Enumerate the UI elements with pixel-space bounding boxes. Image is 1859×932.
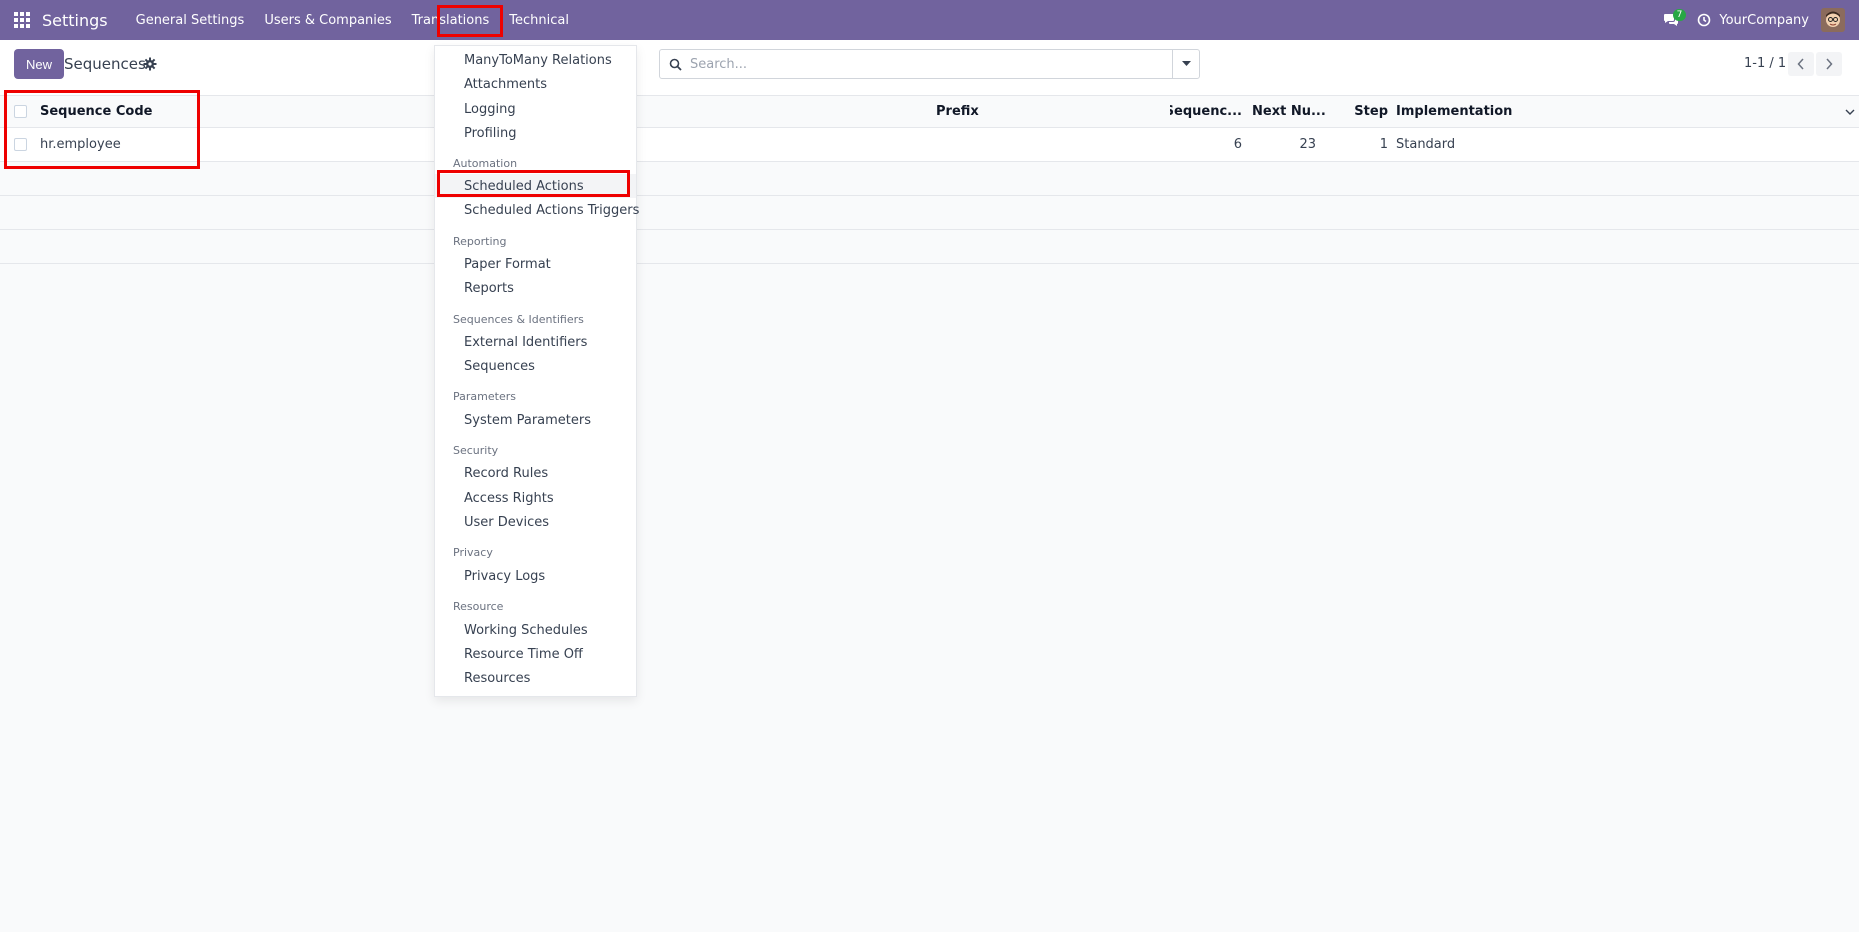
row-checkbox[interactable] [14,128,27,161]
column-header-prefix[interactable]: Prefix [936,96,979,127]
section-resource: Resource [453,600,504,613]
select-all-checkbox[interactable] [14,96,27,127]
company-switcher[interactable]: YourCompany [1719,13,1809,28]
search-bar [659,49,1200,79]
empty-row [0,196,1859,230]
user-avatar[interactable] [1821,8,1845,32]
apps-grid-icon[interactable] [2,0,42,40]
menu-item-user-devices[interactable]: User Devices [435,510,636,534]
technical-dropdown-menu: ManyToMany Relations Attachments Logging… [434,45,639,697]
menu-item-reports[interactable]: Reports [435,276,636,300]
chat-icon[interactable]: 7 [1653,0,1689,40]
menu-technical[interactable]: Technical [499,0,579,40]
menu-item-record-rules[interactable]: Record Rules [435,461,636,485]
menu-item-external-identifiers[interactable]: External Identifiers [435,330,636,354]
empty-row [0,230,1859,264]
sequences-list: Sequence Code Prefix Sequenc... Next Nu.… [0,96,1859,264]
menu-item-profiling[interactable]: Profiling [435,121,636,145]
column-header-step[interactable]: Step [1340,96,1388,127]
section-parameters: Parameters [453,390,516,403]
menu-item-resource-time-off[interactable]: Resource Time Off [435,642,636,666]
app-name[interactable]: Settings [42,11,108,30]
pager-value[interactable]: 1-1 / 1 [1744,56,1786,71]
menu-item-system-parameters[interactable]: System Parameters [435,408,636,432]
cell-next-number: 23 [1299,137,1316,152]
control-panel: New Sequences Search... 1-1 / 1 [0,40,1859,96]
menu-item-working-schedules[interactable]: Working Schedules [435,618,636,642]
menu-item-resources[interactable]: Resources [435,666,636,690]
search-input[interactable] [690,56,1199,72]
menu-item-logging[interactable]: Logging [435,97,636,121]
section-sequences-identifiers: Sequences & Identifiers [453,313,584,326]
section-security: Security [453,444,499,457]
cell-sequence-code: hr.employee [40,137,121,152]
new-button[interactable]: New [14,49,65,79]
menu-item-scheduled-actions-triggers[interactable]: Scheduled Actions Triggers [435,198,639,222]
menu-users-companies[interactable]: Users & Companies [254,0,401,40]
page-title: Sequences [64,55,146,73]
menu-item-paper-format[interactable]: Paper Format [435,252,636,276]
empty-row [0,162,1859,196]
column-header-implementation[interactable]: Implementation [1396,96,1512,127]
menu-item-attachments[interactable]: Attachments [435,72,636,96]
chevron-left-icon[interactable] [1788,52,1814,76]
column-header-sequence-size[interactable]: Sequenc... [1170,96,1242,127]
menu-item-scheduled-actions[interactable]: Scheduled Actions [435,174,636,198]
menu-item-manytomany-relations[interactable]: ManyToMany Relations [435,48,636,72]
cell-sequence-size: 6 [1233,137,1242,152]
section-privacy: Privacy [453,546,493,559]
clock-icon[interactable] [1689,0,1719,40]
section-reporting: Reporting [453,235,507,248]
column-header-next-number[interactable]: Next Nu... [1252,96,1326,127]
section-automation: Automation [453,157,518,170]
cell-implementation: Standard [1396,137,1456,152]
column-toggle-icon[interactable] [1845,96,1855,127]
chat-count-badge: 7 [1672,9,1687,21]
menu-item-access-rights[interactable]: Access Rights [435,486,636,510]
chevron-right-icon[interactable] [1816,52,1842,76]
list-header: Sequence Code Prefix Sequenc... Next Nu.… [0,96,1859,128]
top-navbar: Settings General Settings Users & Compan… [0,0,1859,40]
column-header-sequence-code[interactable]: Sequence Code [40,96,152,127]
gear-icon[interactable] [143,57,157,71]
menu-translations[interactable]: Translations [402,0,500,40]
menu-item-privacy-logs[interactable]: Privacy Logs [435,564,636,588]
cell-step: 1 [1379,137,1388,152]
caret-down-icon[interactable] [1172,49,1200,79]
menu-general-settings[interactable]: General Settings [126,0,255,40]
search-icon [660,58,690,71]
table-row[interactable]: hr.employee 6 23 1 Standard [0,128,1859,162]
menu-item-sequences[interactable]: Sequences [435,354,636,378]
